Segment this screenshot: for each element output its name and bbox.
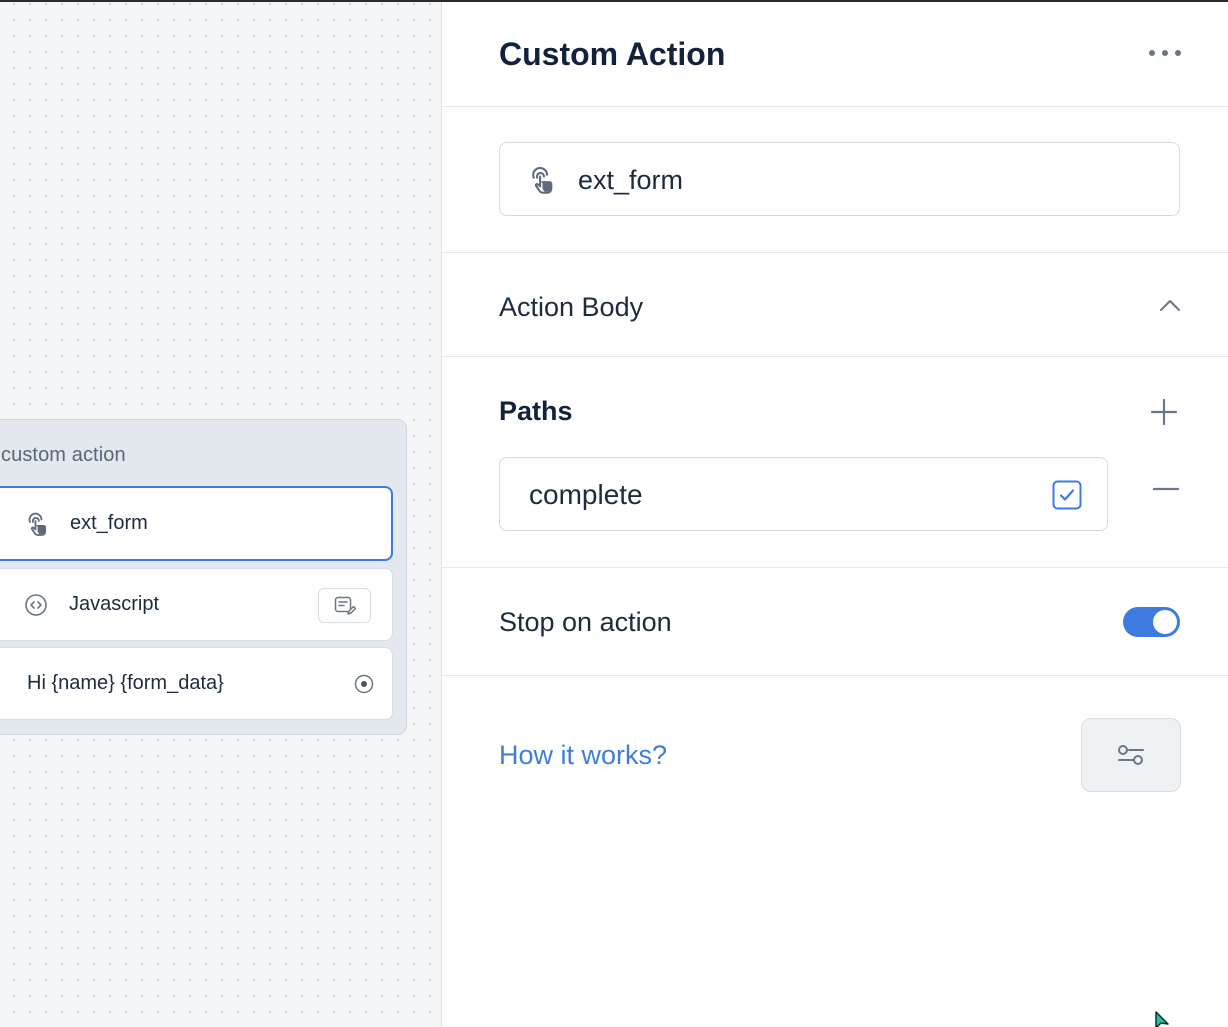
tap-icon <box>25 511 51 537</box>
edit-code-icon <box>334 596 356 615</box>
node-title: custom action <box>1 444 126 466</box>
flow-canvas[interactable]: custom action ext_form Javascript Hi {na… <box>0 2 441 1027</box>
path-input[interactable]: complete <box>499 457 1108 531</box>
toggle-knob <box>1153 610 1177 634</box>
action-body-header[interactable]: Action Body <box>499 292 643 323</box>
action-name-input[interactable]: ext_form <box>499 142 1180 216</box>
node-step-action[interactable]: ext_form <box>0 486 393 561</box>
port-icon[interactable] <box>354 674 374 694</box>
custom-action-node[interactable]: custom action ext_form Javascript Hi {na… <box>0 419 407 735</box>
action-name-value: ext_form <box>578 165 684 195</box>
mouse-cursor-icon <box>1155 1011 1173 1027</box>
edit-code-button[interactable] <box>318 588 371 623</box>
path-value: complete <box>529 479 643 510</box>
chevron-up-icon[interactable] <box>1159 298 1181 312</box>
plus-icon[interactable] <box>1150 398 1178 426</box>
check-square-icon[interactable] <box>1052 480 1082 510</box>
node-step-message[interactable]: Hi {name} {form_data} <box>0 647 393 720</box>
panel-title: Custom Action <box>499 36 726 72</box>
stop-on-action-label: Stop on action <box>499 607 672 637</box>
code-icon <box>24 593 48 617</box>
divider <box>442 252 1228 253</box>
divider <box>442 356 1228 357</box>
minus-icon[interactable] <box>1152 479 1180 499</box>
more-horizontal-icon[interactable] <box>1149 45 1181 61</box>
node-step-label: Hi {name} {form_data} <box>27 672 224 694</box>
paths-title: Paths <box>499 396 573 426</box>
node-step-label: Javascript <box>69 593 160 615</box>
divider <box>442 675 1228 676</box>
stop-on-action-toggle[interactable] <box>1123 607 1180 637</box>
tap-icon <box>528 165 558 195</box>
settings-button[interactable] <box>1081 718 1181 792</box>
divider <box>442 106 1228 107</box>
node-step-code[interactable]: Javascript <box>0 568 393 641</box>
sliders-icon <box>1118 745 1144 765</box>
how-it-works-link[interactable]: How it works? <box>499 740 667 771</box>
node-step-label: ext_form <box>70 512 148 534</box>
editor-panel: Custom Action ext_form Action Body Paths… <box>441 2 1228 1027</box>
divider <box>442 567 1228 568</box>
